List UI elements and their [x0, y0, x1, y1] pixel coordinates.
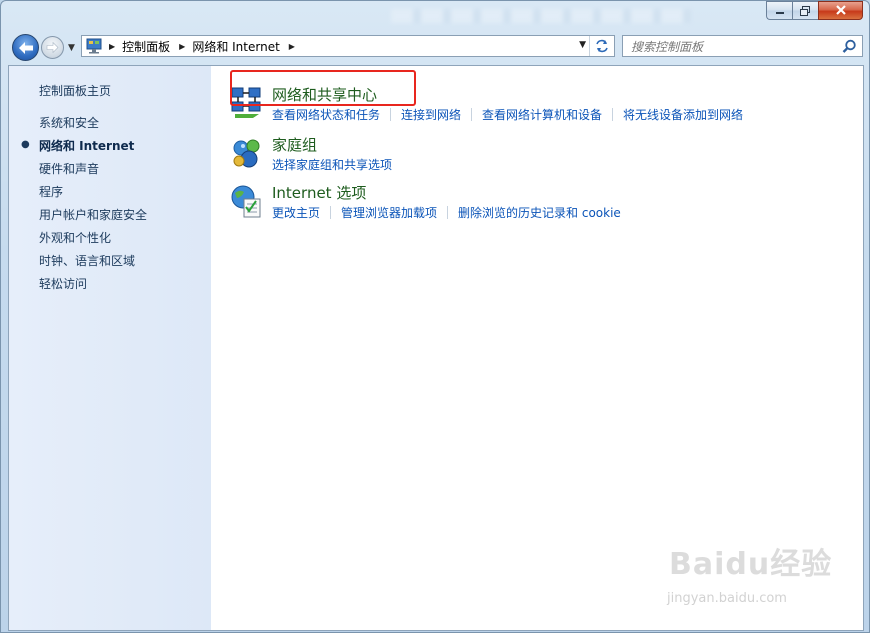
close-button[interactable]: [818, 1, 863, 20]
refresh-icon: [596, 39, 608, 53]
arrow-right-icon: [46, 42, 59, 53]
baidu-watermark: Baidu经验 jingyan.baidu.com: [667, 539, 833, 606]
link-separator: [471, 108, 473, 121]
link-change-home-page[interactable]: 更改主页: [272, 204, 330, 221]
recent-pages-dropdown[interactable]: ▼: [68, 43, 75, 53]
address-bar[interactable]: ▶ 控制面板 ▶ 网络和 Internet ▶ ▼: [81, 35, 615, 57]
restore-icon: [800, 5, 810, 16]
breadcrumb-network-internet[interactable]: 网络和 Internet: [192, 38, 279, 55]
caption-buttons: [766, 1, 863, 20]
minimize-icon: [775, 11, 784, 14]
search-placeholder: 搜索控制面板: [631, 39, 704, 54]
minimize-button[interactable]: [766, 1, 792, 20]
sidebar-item-network-internet[interactable]: 网络和 Internet: [39, 137, 134, 154]
network-sharing-links: 查看网络状态和任务 连接到网络 查看网络计算机和设备 将无线设备添加到网络: [272, 106, 753, 123]
sidebar: 控制面板主页 系统和安全 ● 网络和 Internet 硬件和声音 程序 用户帐…: [9, 66, 211, 630]
link-separator: [447, 206, 449, 219]
sidebar-item-home[interactable]: 控制面板主页: [39, 82, 111, 99]
homegroup-icon[interactable]: [229, 135, 265, 171]
link-separator: [612, 108, 614, 121]
internet-options-links: 更改主页 管理浏览器加载项 删除浏览的历史记录和 cookie: [272, 204, 631, 221]
watermark-url: jingyan.baidu.com: [667, 591, 787, 606]
sidebar-item-clock-language[interactable]: 时钟、语言和区域: [39, 252, 135, 269]
search-input[interactable]: 搜索控制面板: [622, 35, 863, 57]
homegroup-link[interactable]: 家庭组: [272, 134, 317, 155]
blurred-title-area: [391, 9, 691, 23]
homegroup-links: 选择家庭组和共享选项: [272, 156, 402, 173]
active-bullet-icon: ●: [21, 139, 30, 150]
link-view-network-computers[interactable]: 查看网络计算机和设备: [482, 106, 612, 123]
sidebar-item-user-accounts[interactable]: 用户帐户和家庭安全: [39, 206, 147, 223]
link-add-wireless-device[interactable]: 将无线设备添加到网络: [623, 106, 753, 123]
maximize-button[interactable]: [792, 1, 818, 20]
link-delete-history[interactable]: 删除浏览的历史记录和 cookie: [458, 204, 631, 221]
sidebar-item-programs[interactable]: 程序: [39, 183, 63, 200]
address-dropdown-icon[interactable]: ▼: [579, 40, 586, 50]
sidebar-item-system-security[interactable]: 系统和安全: [39, 114, 99, 131]
refresh-button[interactable]: [589, 36, 614, 56]
watermark-logo: Baidu经验: [669, 547, 833, 582]
breadcrumb-arrow-icon[interactable]: ▶: [289, 42, 295, 51]
sidebar-item-appearance[interactable]: 外观和个性化: [39, 229, 111, 246]
forward-button[interactable]: [41, 36, 64, 59]
link-separator: [330, 206, 332, 219]
red-highlight-box: [230, 70, 416, 106]
breadcrumb-arrow-icon[interactable]: ▶: [109, 42, 115, 51]
control-panel-icon: [86, 38, 102, 54]
breadcrumb-control-panel[interactable]: 控制面板: [122, 38, 170, 55]
arrow-left-icon: [18, 41, 33, 54]
breadcrumb-arrow-icon[interactable]: ▶: [179, 42, 185, 51]
link-separator: [390, 108, 392, 121]
window-frame: ▼ ▶ 控制面板 ▶ 网络和 Internet ▶ ▼ 搜索控制面板 控制面板主…: [0, 0, 870, 633]
search-icon[interactable]: [842, 39, 857, 54]
internet-options-icon[interactable]: [229, 183, 265, 219]
sidebar-item-ease-of-access[interactable]: 轻松访问: [39, 275, 87, 292]
link-homegroup-sharing-options[interactable]: 选择家庭组和共享选项: [272, 156, 402, 173]
link-connect-to-network[interactable]: 连接到网络: [401, 106, 471, 123]
link-manage-addons[interactable]: 管理浏览器加载项: [341, 204, 447, 221]
close-icon: [835, 5, 846, 15]
back-button[interactable]: [12, 34, 39, 61]
internet-options-link[interactable]: Internet 选项: [272, 182, 366, 203]
sidebar-item-hardware-sound[interactable]: 硬件和声音: [39, 160, 99, 177]
link-view-network-status[interactable]: 查看网络状态和任务: [272, 106, 390, 123]
